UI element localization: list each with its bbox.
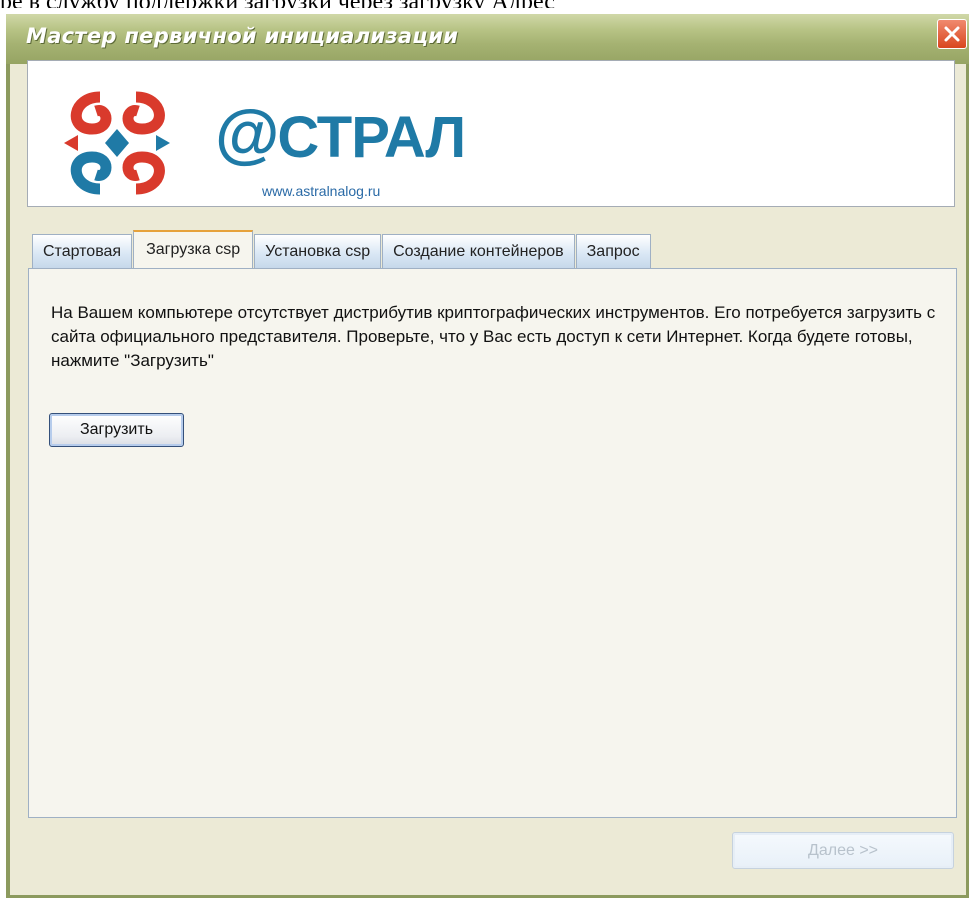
title-bar[interactable]: Мастер первичной инициализации bbox=[6, 14, 969, 64]
close-button[interactable] bbox=[937, 19, 967, 49]
background-document-fragment: ре в службу поддержки загрузки через заг… bbox=[0, 0, 971, 8]
tab-request[interactable]: Запрос bbox=[575, 234, 651, 268]
logo-banner: @СТРАЛ www.astralnalog.ru bbox=[27, 60, 955, 207]
tab-create-containers[interactable]: Создание контейнеров bbox=[382, 234, 575, 268]
close-icon bbox=[944, 26, 960, 42]
download-button[interactable]: Загрузить bbox=[49, 413, 184, 447]
next-button[interactable]: Далее >> bbox=[732, 832, 954, 869]
tab-start[interactable]: Стартовая bbox=[32, 234, 133, 268]
logo-name: @СТРАЛ bbox=[214, 97, 466, 171]
logo-url: www.astralnalog.ru bbox=[262, 183, 381, 199]
tab-install-csp[interactable]: Установка csp bbox=[254, 234, 382, 268]
window-title: Мастер первичной инициализации bbox=[26, 24, 459, 48]
tab-strip: Стартовая Загрузка csp Установка csp Соз… bbox=[32, 230, 652, 268]
tab-download-csp[interactable]: Загрузка csp bbox=[133, 230, 254, 268]
tab-panel: На Вашем компьютере отсутствует дистрибу… bbox=[28, 268, 957, 818]
astral-logo-icon bbox=[64, 91, 170, 195]
instruction-text: На Вашем компьютере отсутствует дистрибу… bbox=[51, 303, 936, 370]
